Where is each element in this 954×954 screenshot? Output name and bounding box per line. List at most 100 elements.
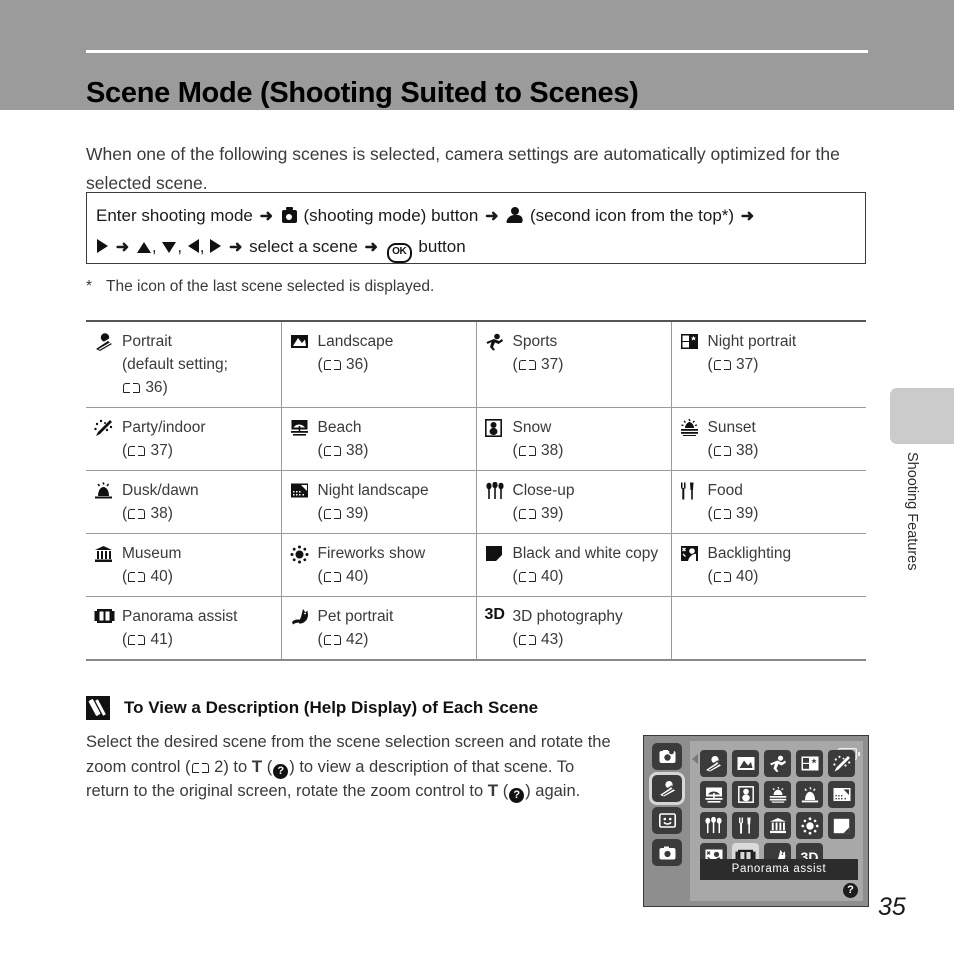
food-icon[interactable] [732,812,759,839]
scene-name: Night portrait [707,333,797,350]
scene-cell-portrait: Portrait (default setting; 36) [86,320,282,408]
scene-mode-icon [507,207,523,223]
page-number-value: 40 [540,568,559,585]
help-icon: ? [509,788,525,803]
close-up-icon [485,481,507,502]
page-number-value: 36 [145,379,163,396]
arrow-icon: ➜ [115,239,130,256]
scene-name: Dusk/dawn [122,482,199,499]
close-up-icon[interactable] [700,812,727,839]
scene-caption: Panorama assist [700,859,858,880]
book-icon [128,445,146,457]
scene-page-ref: ( 39) [707,505,759,522]
portrait-icon[interactable] [700,750,727,777]
note-text-4: ) again. [525,782,581,800]
help-icon: ? [273,763,289,779]
page-number-value: 39 [540,505,559,522]
scene-name: Sunset [707,419,756,436]
scene-modes-table: Portrait (default setting; 36) Landscape… [86,320,866,661]
portrait-icon [94,333,116,353]
page-number-value: 38 [150,505,168,522]
page-title: Scene Mode (Shooting Suited to Scenes) [86,77,639,110]
night-portrait-icon[interactable] [796,750,823,777]
page-number-value: 37 [150,442,168,459]
party-indoor-icon [94,419,116,439]
page-number-value: 39 [345,505,364,522]
scene-name: Night landscape [317,482,429,499]
panorama-assist-icon [94,608,116,628]
scene-page-ref: ( 37) [707,356,759,373]
museum-icon[interactable] [764,812,791,839]
procedure-text-2: (shooting mode) button [303,206,479,225]
night-landscape-icon [290,482,312,502]
scene-page-ref: ( 41) [122,631,173,648]
fireworks-icon [290,545,312,565]
beach-icon[interactable] [700,781,727,808]
multi-selector-left-icon [187,239,199,253]
help-icon[interactable]: ? [843,883,858,898]
scene-cell-black-white-copy: Black and white copy ( 40) [476,533,672,597]
black-white-copy-icon[interactable] [828,812,855,839]
procedure-line-2: ➜ , , , ➜ select a scene ➜ OK button [96,232,855,263]
camera-mode-rail [644,736,690,906]
multi-selector-right-icon [210,239,222,253]
scene-name: Portrait [122,333,172,350]
book-icon [713,445,731,457]
note-page-ref: 2 [214,757,224,776]
scene-name: Beach [317,419,362,436]
arrow-icon: ➜ [259,208,274,225]
scene-cell-sunset: Sunset ( 38) [671,407,866,471]
table-row: Dusk/dawn ( 38) Night landscape ( 39) Cl… [86,470,866,534]
book-icon [128,634,146,646]
scene-page-ref: ( 42) [317,631,369,648]
book-icon [518,359,536,371]
scene-page-ref: ( 37) [512,356,564,373]
page-number-value: 41 [150,631,168,648]
section-tab [890,388,954,444]
procedure-box: Enter shooting mode ➜ (shooting mode) bu… [86,192,866,264]
snow-icon[interactable] [732,781,759,808]
scene-cell-empty [671,596,866,661]
sports-icon [485,333,507,353]
scene-name: Snow [512,419,552,436]
table-row: Party/indoor ( 37) Beach ( 38) Snow (38… [86,407,866,471]
book-icon [518,634,536,646]
scene-name: Pet portrait [317,608,394,625]
scene-name: Food [707,482,743,499]
page-number-value: 38 [345,442,364,459]
multi-selector-up-icon [136,242,151,253]
scene-page-ref: ( 39) [317,505,369,522]
museum-icon [94,545,116,565]
scene-cell-pet-portrait: Pet portrait ( 42) [281,596,477,661]
scene-cell-fireworks: Fireworks show ( 40) [281,533,477,597]
page-number-value: 40 [345,568,364,585]
sunset-icon[interactable] [764,781,791,808]
scene-page-ref: ( 38) [707,442,759,459]
dusk-dawn-icon[interactable] [796,781,823,808]
scene-cell-sports: Sports ( 37) [476,320,672,408]
3d-photography-icon: 3D [484,606,505,623]
footnote-marker: * [86,278,93,295]
night-landscape-icon[interactable] [828,781,855,808]
fireworks-icon[interactable] [796,812,823,839]
book-icon [713,508,731,520]
footnote: * The icon of the last scene selected is … [86,278,434,296]
scene-cell-museum: Museum ( 40) [86,533,282,597]
scene-page-ref: ( 39) [512,505,564,522]
shooting-mode-icon [281,207,297,223]
scene-name: 3D photography [512,608,623,625]
scene-page-ref: ( 38) [512,442,564,459]
party-indoor-icon[interactable] [828,750,855,777]
scene-cell-panorama-assist: Panorama assist ( 41) [86,596,282,661]
page-number-value: 38 [540,442,559,459]
header-rule [86,50,868,53]
scene-cell-food: Food ( 39) [671,470,866,534]
arrow-icon: ➜ [740,208,755,225]
scene-selection-panel: 3D Panorama assist ? [690,741,863,901]
scene-cell-beach: Beach ( 38) [281,407,477,471]
book-icon [713,571,731,583]
sports-icon[interactable] [764,750,791,777]
landscape-icon[interactable] [732,750,759,777]
night-portrait-icon [680,333,702,353]
scene-modes-table-body: Portrait (default setting; 36) Landscape… [86,320,866,661]
